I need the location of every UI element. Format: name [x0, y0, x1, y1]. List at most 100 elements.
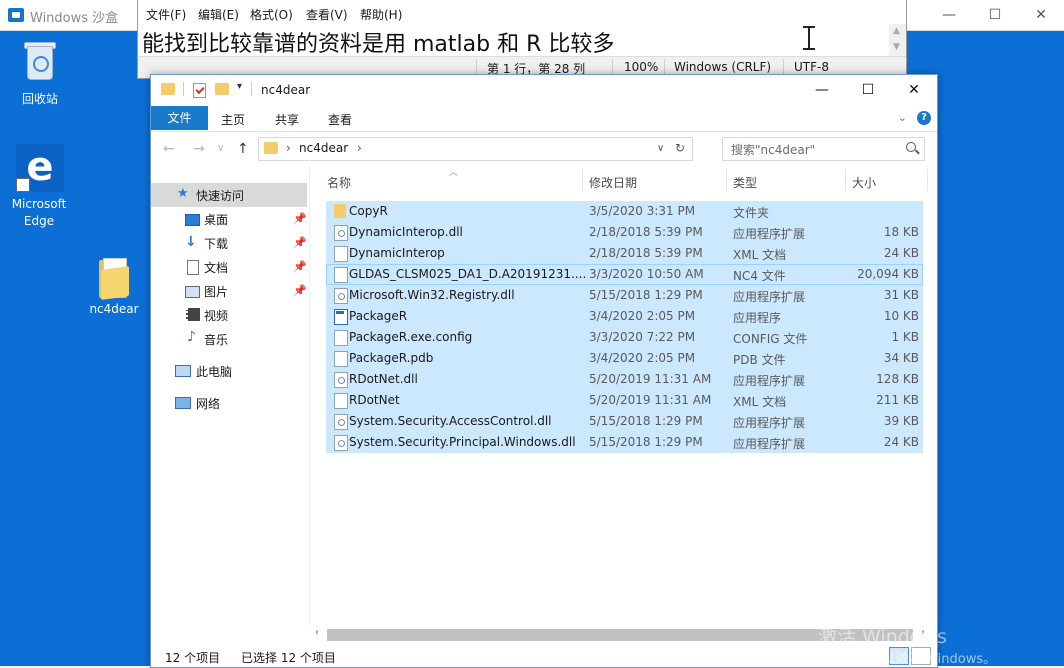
properties-icon[interactable] — [193, 83, 206, 98]
scroll-left-icon[interactable]: ‹ — [315, 627, 319, 638]
address-bar[interactable]: › nc4dear › ∨ ↻ — [258, 137, 693, 161]
column-resizer[interactable] — [582, 169, 583, 191]
column-resizer[interactable] — [845, 169, 846, 191]
desktop-icon — [185, 214, 200, 226]
new-folder-icon[interactable] — [215, 83, 229, 95]
file-date: 5/20/2019 11:31 AM — [589, 372, 712, 386]
forward-arrow-icon[interactable]: → — [193, 141, 205, 157]
menu-help[interactable]: 帮助(H) — [360, 6, 402, 23]
file-row[interactable]: RDotNet 5/20/2019 11:31 AM XML 文档 211 KB — [326, 390, 923, 411]
file-row[interactable]: DynamicInterop 2/18/2018 5:39 PM XML 文档 24 … — [326, 243, 923, 264]
notepad-vertical-scrollbar[interactable]: ▲ ▼ — [889, 24, 906, 56]
file-type: PDB 文件 — [733, 353, 786, 367]
file-type: 应用程序扩展 — [733, 437, 806, 451]
file-row[interactable]: System.Security.AccessControl.dll 5/15/20… — [326, 411, 923, 432]
nav-item-videos[interactable]: 视频 — [151, 303, 307, 327]
music-icon: ♪ — [187, 329, 196, 345]
file-date: 3/4/2020 2:05 PM — [589, 309, 696, 323]
breadcrumb-separator-icon[interactable]: › — [286, 141, 291, 155]
file-date: 5/20/2019 11:31 AM — [589, 393, 712, 407]
sandbox-close-button[interactable]: ✕ — [1018, 0, 1064, 30]
tab-share[interactable]: 共享 — [275, 111, 299, 128]
file-name: DynamicInterop — [349, 246, 445, 260]
file-size: 1 KB — [891, 330, 919, 344]
explorer-minimize-button[interactable]: — — [799, 75, 845, 105]
column-resizer[interactable] — [927, 169, 928, 191]
file-row[interactable]: PackageR 3/4/2020 2:05 PM 应用程序 10 KB — [326, 306, 923, 327]
pane-divider[interactable] — [309, 165, 310, 625]
file-size: 18 KB — [883, 225, 919, 239]
menu-file[interactable]: 文件(F) — [146, 6, 186, 23]
dll-file-icon — [334, 435, 348, 451]
pin-icon[interactable]: 📌 — [293, 284, 307, 297]
up-arrow-icon[interactable]: ↑ — [237, 141, 249, 157]
desktop-icon-nc4dear[interactable]: nc4dear — [74, 254, 154, 320]
explorer-maximize-button[interactable]: ☐ — [845, 75, 891, 105]
recent-locations-icon[interactable]: ∨ — [217, 143, 224, 154]
nav-item-network[interactable]: 网络 — [151, 391, 307, 415]
desktop-icon-edge[interactable]: e Microsoft Edge — [0, 144, 80, 234]
search-icon[interactable] — [906, 142, 916, 152]
column-date[interactable]: 修改日期 — [589, 174, 637, 191]
explorer-close-button[interactable]: ✕ — [891, 75, 937, 105]
tab-view[interactable]: 查看 — [328, 111, 352, 128]
breadcrumb-separator-icon[interactable]: › — [357, 141, 362, 155]
file-icon — [334, 393, 348, 409]
sandbox-minimize-button[interactable]: — — [926, 0, 972, 30]
file-row[interactable]: RDotNet.dll 5/20/2019 11:31 AM 应用程序扩展 128 K… — [326, 369, 923, 390]
column-resizer[interactable] — [726, 169, 727, 191]
file-size: 39 KB — [883, 414, 919, 428]
ribbon-expand-icon[interactable]: ⌄ — [898, 111, 907, 124]
file-row[interactable]: PackageR.exe.config 3/3/2020 7:22 PM CONFI… — [326, 327, 923, 348]
menu-format[interactable]: 格式(O) — [250, 6, 293, 23]
refresh-icon[interactable]: ↻ — [675, 141, 685, 155]
file-row[interactable]: PackageR.pdb 3/4/2020 2:05 PM PDB 文件 34 KB — [326, 348, 923, 369]
tab-home[interactable]: 主页 — [221, 111, 245, 128]
nav-item-music[interactable]: ♪ 音乐 — [151, 327, 307, 351]
file-size: 34 KB — [883, 351, 919, 365]
sandbox-title: Windows 沙盒 — [30, 11, 119, 26]
file-row[interactable]: DynamicInterop.dll 2/18/2018 5:39 PM 应用程序扩… — [326, 222, 923, 243]
nav-item-desktop[interactable]: 桌面 📌 — [151, 207, 307, 231]
notepad-text-area[interactable]: 能找到比较靠谱的资料是用 matlab 和 R 比较多 — [142, 26, 614, 58]
pin-icon[interactable]: 📌 — [293, 236, 307, 249]
file-type: NC4 文件 — [733, 269, 786, 283]
file-row[interactable]: CopyR 3/5/2020 3:31 PM 文件夹 — [326, 201, 923, 222]
desktop-icon-recycle-bin[interactable]: 回收站 — [0, 40, 80, 110]
file-name: PackageR.exe.config — [349, 330, 473, 344]
dll-file-icon — [334, 414, 348, 430]
desktop-icon-label: nc4dear — [89, 302, 139, 316]
picture-icon — [185, 286, 200, 298]
file-icon — [334, 351, 348, 367]
nav-item-pictures[interactable]: 图片 📌 — [151, 279, 307, 303]
navigation-pane: ★ 快速访问 桌面 📌 ↓ 下载 📌 文档 📌 图片 📌 视频 ♪ 音乐 此电脑… — [151, 165, 309, 635]
address-dropdown-icon[interactable]: ∨ — [657, 143, 664, 154]
pin-icon[interactable]: 📌 — [293, 212, 307, 225]
nav-item-documents[interactable]: 文档 📌 — [151, 255, 307, 279]
menu-edit[interactable]: 编辑(E) — [198, 6, 239, 23]
sandbox-maximize-button[interactable]: ☐ — [972, 0, 1018, 30]
file-date: 5/15/2018 1:29 PM — [589, 288, 703, 302]
nav-item-this-pc[interactable]: 此电脑 — [151, 359, 307, 383]
column-type[interactable]: 类型 — [733, 174, 757, 191]
quick-access-dropdown-icon[interactable]: ▾ — [237, 81, 242, 92]
breadcrumb-nc4dear[interactable]: nc4dear — [299, 141, 348, 155]
folder-icon — [264, 142, 278, 154]
search-box[interactable]: 搜索"nc4dear" — [722, 137, 925, 161]
nav-item-quick-access[interactable]: ★ 快速访问 — [151, 183, 307, 207]
file-size: 31 KB — [883, 288, 919, 302]
file-row[interactable]: GLDAS_CLSM025_DA1_D.A20191231.... 3/3/202… — [326, 264, 923, 285]
back-arrow-icon[interactable]: ← — [163, 141, 175, 157]
nav-item-downloads[interactable]: ↓ 下载 📌 — [151, 231, 307, 255]
file-type: 文件夹 — [733, 206, 770, 220]
pin-icon[interactable]: 📌 — [293, 260, 307, 273]
document-icon — [187, 260, 199, 275]
column-size[interactable]: 大小 — [852, 174, 876, 191]
file-row[interactable]: Microsoft.Win32.Registry.dll 5/15/2018 1:… — [326, 285, 923, 306]
tab-file[interactable]: 文件 — [151, 106, 208, 130]
column-name[interactable]: 名称 — [327, 174, 351, 191]
file-row[interactable]: System.Security.Principal.Windows.dll 5/1… — [326, 432, 923, 453]
help-icon[interactable]: ? — [917, 111, 931, 125]
nav-label: 网络 — [196, 397, 221, 411]
menu-view[interactable]: 查看(V) — [306, 6, 348, 23]
